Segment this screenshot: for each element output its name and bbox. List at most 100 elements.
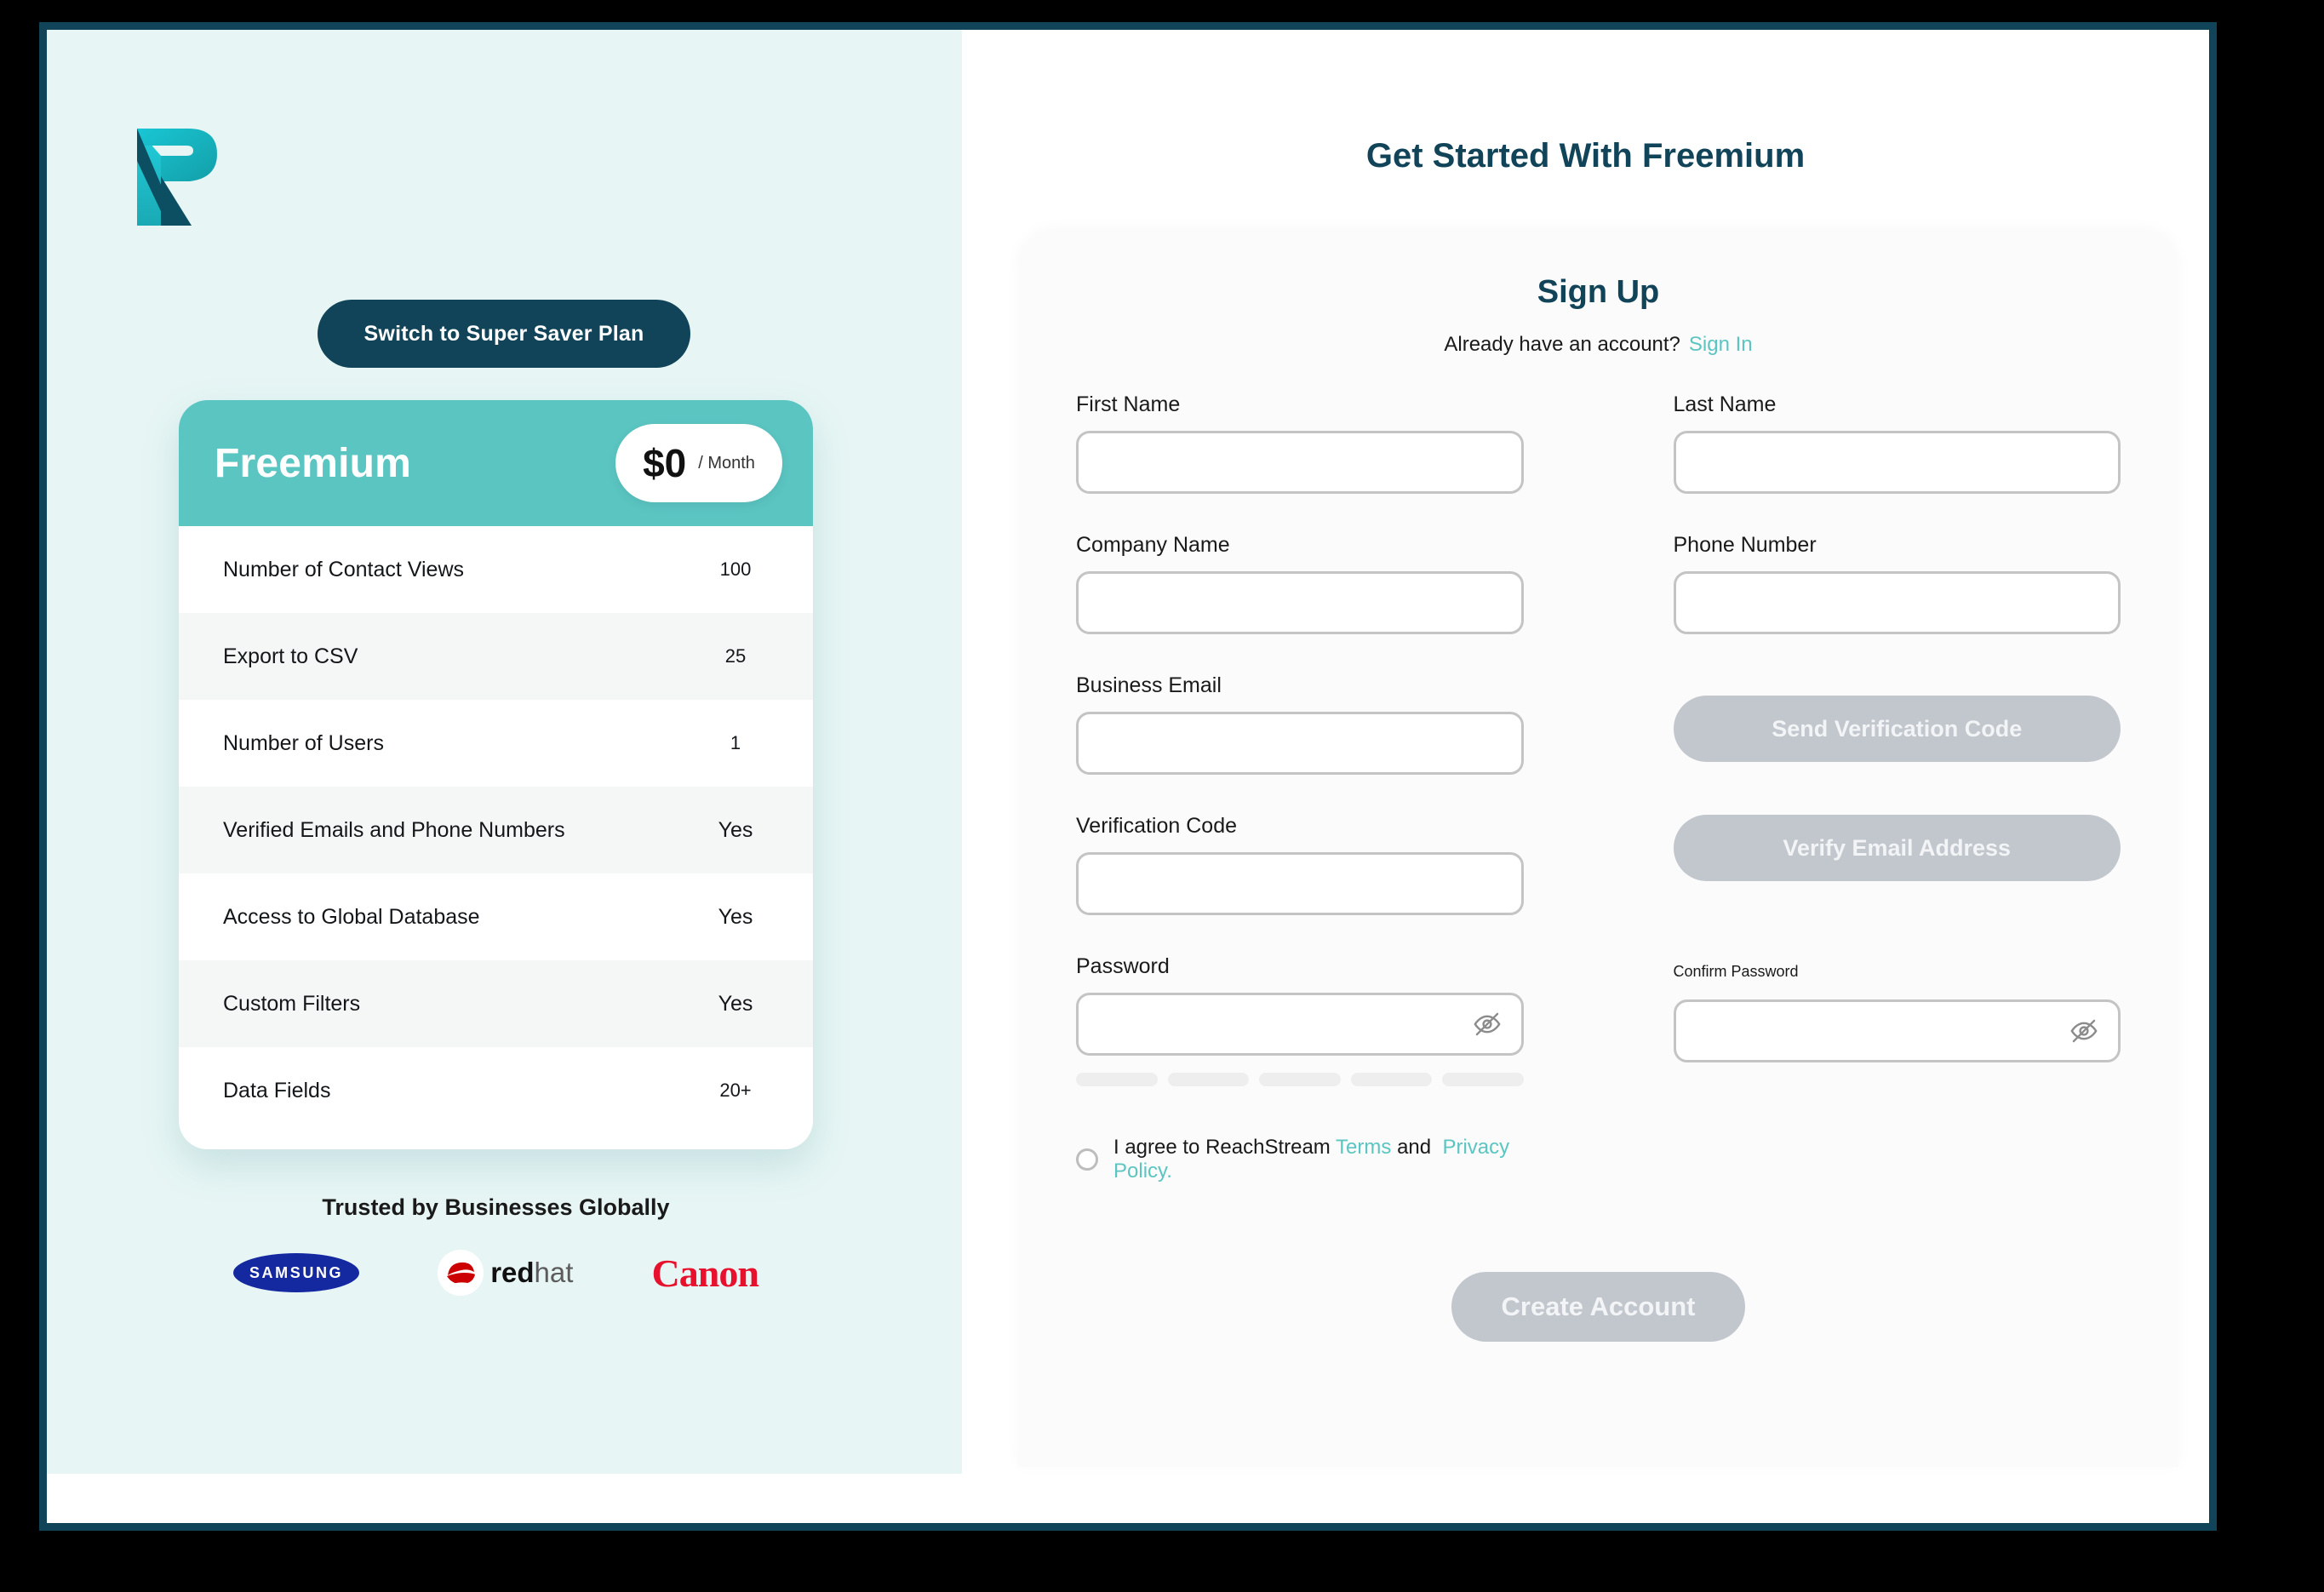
business-email-label: Business Email [1076, 673, 1222, 697]
verification-code-input[interactable] [1076, 852, 1524, 915]
plan-price-amount: $0 [643, 441, 687, 485]
verification-code-input-wrap [1076, 852, 1524, 915]
plan-feature-label: Access to Global Database [223, 904, 480, 929]
plan-feature-row: Verified Emails and Phone Numbers Yes [179, 787, 813, 873]
send-verification-code-button[interactable]: Send Verification Code [1673, 696, 2121, 762]
samsung-logo-text: SAMSUNG [249, 1263, 344, 1281]
signin-prompt-text: Already have an account? [1444, 333, 1680, 356]
field-first-name: First Name [1076, 392, 1524, 494]
plan-price-period: / Month [698, 453, 755, 472]
company-name-input[interactable] [1076, 571, 1524, 634]
first-name-label: First Name [1076, 392, 1181, 416]
plan-price-badge: $0 / Month [615, 424, 782, 502]
reachstream-logo-icon [135, 125, 222, 229]
plan-feature-label: Number of Contact Views [223, 557, 464, 581]
form-column-left: First Name Company Name Business Email V… [1076, 392, 1524, 1183]
plan-feature-row: Number of Contact Views 100 [179, 526, 813, 613]
last-name-label: Last Name [1673, 392, 1777, 416]
phone-number-label: Phone Number [1673, 533, 1817, 557]
plan-feature-value: 20+ [719, 1079, 752, 1101]
footer-strip [47, 1474, 2209, 1523]
field-password: Password [1076, 954, 1524, 1086]
content-row: Switch to Super Saver Plan Freemium $0 /… [47, 30, 2209, 1474]
password-label: Password [1076, 954, 1170, 978]
plan-feature-value: Yes [718, 991, 753, 1016]
plan-feature-value: Yes [718, 817, 753, 842]
plan-feature-label: Data Fields [223, 1078, 331, 1102]
plan-feature-label: Export to CSV [223, 644, 358, 668]
page-title: Get Started With Freemium [1365, 137, 1806, 175]
browser-window-frame: Switch to Super Saver Plan Freemium $0 /… [39, 22, 2217, 1531]
eye-off-icon[interactable] [2069, 1016, 2098, 1045]
password-strength-segment [1442, 1073, 1524, 1086]
terms-agreement-row: I agree to ReachStream Terms and Privacy… [1076, 1136, 1524, 1183]
confirm-password-input[interactable] [1673, 999, 2121, 1062]
eye-off-icon[interactable] [1473, 1010, 1502, 1039]
plan-feature-row: Export to CSV 25 [179, 613, 813, 700]
plan-feature-value: 100 [719, 558, 752, 580]
plan-feature-value: Yes [718, 904, 753, 929]
first-name-input-wrap [1076, 431, 1524, 494]
password-strength-segment [1350, 1073, 1432, 1086]
company-name-input-wrap [1076, 571, 1524, 634]
samsung-logo-icon: SAMSUNG [233, 1253, 360, 1292]
trusted-by-title: Trusted by Businesses Globally [322, 1194, 670, 1220]
plan-name: Freemium [215, 440, 412, 486]
plan-feature-row: Number of Users 1 [179, 700, 813, 787]
signup-form: First Name Company Name Business Email V… [1076, 392, 2121, 1183]
plan-feature-row: Custom Filters Yes [179, 960, 813, 1047]
password-strength-segment [1076, 1073, 1158, 1086]
password-input[interactable] [1076, 993, 1524, 1056]
field-company-name: Company Name [1076, 533, 1524, 634]
terms-conjunction: and [1397, 1136, 1432, 1159]
create-account-button[interactable]: Create Account [1451, 1272, 1745, 1342]
plan-card-footer-pad [179, 1134, 813, 1149]
business-email-input-wrap [1076, 712, 1524, 775]
switch-plan-button[interactable]: Switch to Super Saver Plan [318, 300, 690, 368]
sign-in-link[interactable]: Sign In [1689, 333, 1753, 356]
plan-feature-row: Data Fields 20+ [179, 1047, 813, 1134]
canon-logo-icon: Canon [651, 1251, 759, 1295]
password-strength-meter [1076, 1073, 1524, 1086]
signup-heading: Sign Up [1537, 274, 1660, 310]
signup-card: Sign Up Already have an account? Sign In … [1018, 230, 2178, 1467]
plan-feature-list: Number of Contact Views 100 Export to CSV 2… [179, 526, 813, 1134]
app-root: Switch to Super Saver Plan Freemium $0 /… [47, 30, 2209, 1523]
password-strength-segment [1259, 1073, 1341, 1086]
field-verification-code: Verification Code [1076, 814, 1524, 915]
verification-code-label: Verification Code [1076, 814, 1238, 838]
last-name-input[interactable] [1673, 431, 2121, 494]
company-name-label: Company Name [1076, 533, 1230, 557]
trusted-by-section: Trusted by Businesses Globally SAMSUNG r… [179, 1194, 813, 1296]
field-phone-number: Phone Number [1673, 533, 2121, 634]
first-name-input[interactable] [1076, 431, 1524, 494]
field-last-name: Last Name [1673, 392, 2121, 494]
redhat-logo-icon: redhat [438, 1250, 573, 1296]
phone-number-input[interactable] [1673, 571, 2121, 634]
password-input-wrap [1076, 993, 1524, 1056]
password-strength-segment [1167, 1073, 1249, 1086]
form-column-right: Last Name Phone Number Send Verification… [1673, 392, 2121, 1183]
confirm-password-label: Confirm Password [1673, 963, 1799, 980]
terms-text: I agree to ReachStream Terms and Privacy… [1113, 1136, 1524, 1183]
plan-feature-row: Access to Global Database Yes [179, 873, 813, 960]
business-email-input[interactable] [1076, 712, 1524, 775]
plan-feature-label: Number of Users [223, 730, 384, 755]
field-business-email: Business Email [1076, 673, 1524, 775]
terms-checkbox[interactable] [1076, 1148, 1098, 1171]
plan-feature-value: 25 [724, 645, 747, 667]
verify-email-address-button[interactable]: Verify Email Address [1673, 815, 2121, 881]
terms-link[interactable]: Terms [1336, 1136, 1391, 1159]
redhat-fedora-icon [438, 1250, 484, 1296]
trusted-by-logos: SAMSUNG redhat Canon [179, 1250, 813, 1296]
plan-feature-value: 1 [730, 732, 741, 753]
signup-panel: Get Started With Freemium Sign Up Alread… [962, 30, 2209, 1474]
